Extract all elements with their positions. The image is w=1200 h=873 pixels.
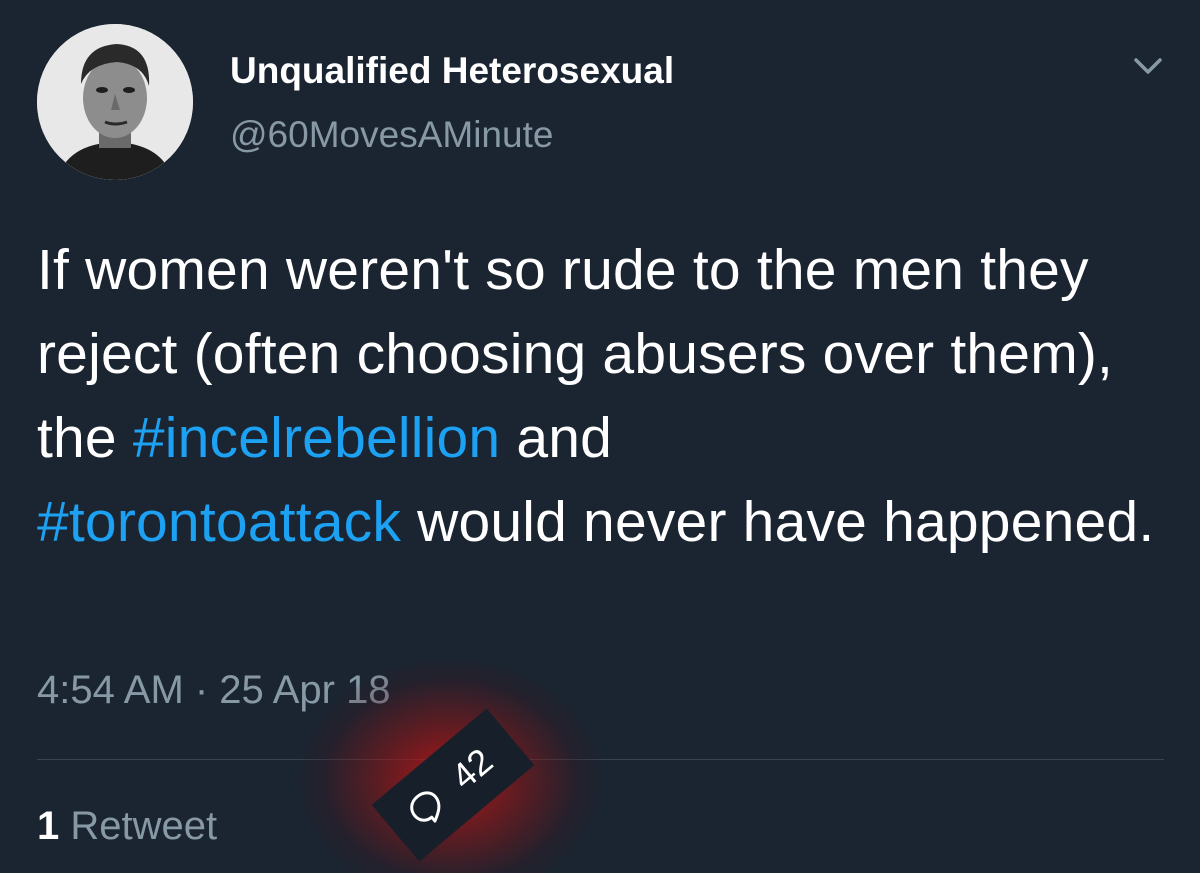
reply-count: 42	[443, 739, 501, 798]
retweet-count: 1	[37, 804, 60, 848]
avatar[interactable]	[37, 24, 193, 180]
display-name[interactable]: Unqualified Heterosexual	[230, 50, 674, 92]
retweet-label: Retweet	[59, 804, 218, 848]
avatar-photo-icon	[37, 24, 193, 180]
hashtag-link[interactable]: #torontoattack	[37, 490, 401, 554]
retweet-stats[interactable]: 1 Retweet	[37, 804, 217, 849]
reply-bubble-icon	[410, 791, 441, 823]
user-handle[interactable]: @60MovesAMinute	[230, 114, 553, 156]
tweet-card: Unqualified Heterosexual @60MovesAMinute…	[0, 0, 1200, 873]
divider	[37, 759, 1164, 760]
hashtag-link[interactable]: #incelrebellion	[133, 406, 500, 470]
tweet-text: If women weren't so rude to the men they…	[37, 228, 1167, 564]
chevron-down-icon[interactable]	[1128, 50, 1168, 82]
tweet-text-part: would never have happened.	[401, 490, 1155, 554]
tweet-text-part: and	[500, 406, 613, 470]
